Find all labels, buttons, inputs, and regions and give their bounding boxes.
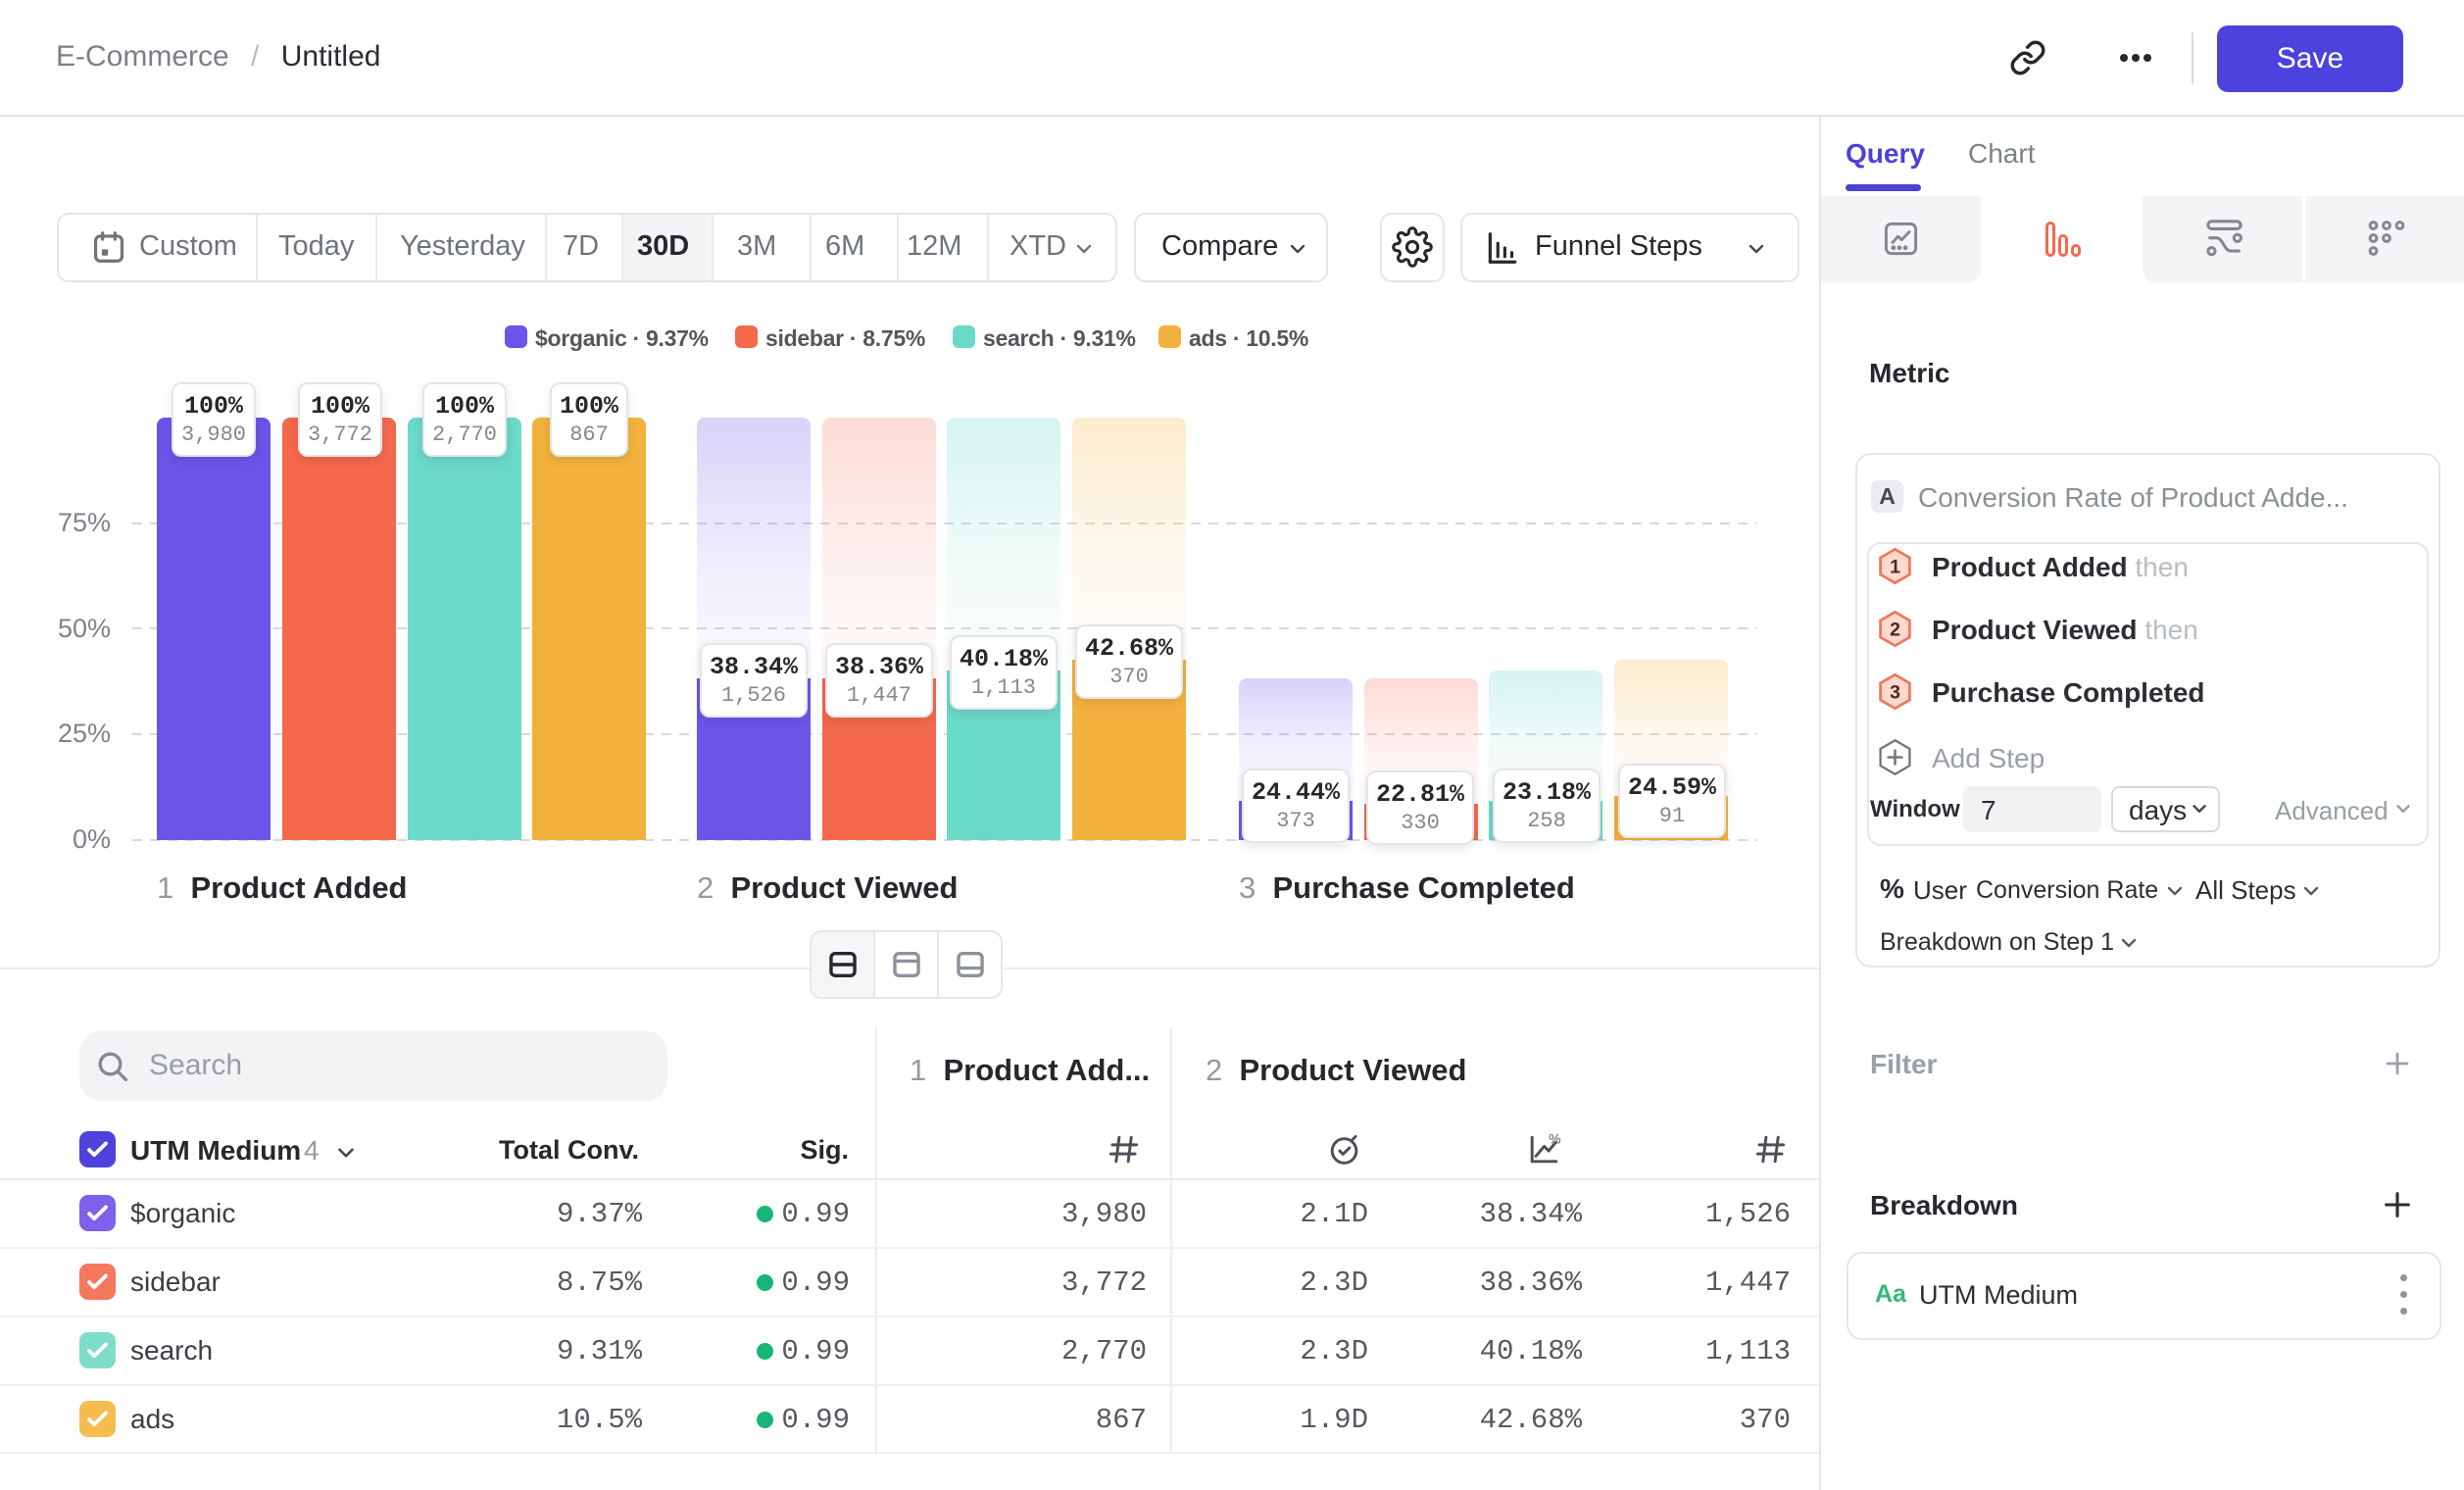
svg-text:3: 3 (1890, 681, 1900, 703)
svg-text:%: % (1549, 1131, 1560, 1146)
svg-text:1: 1 (1890, 556, 1900, 577)
svg-text:2: 2 (1890, 619, 1900, 640)
